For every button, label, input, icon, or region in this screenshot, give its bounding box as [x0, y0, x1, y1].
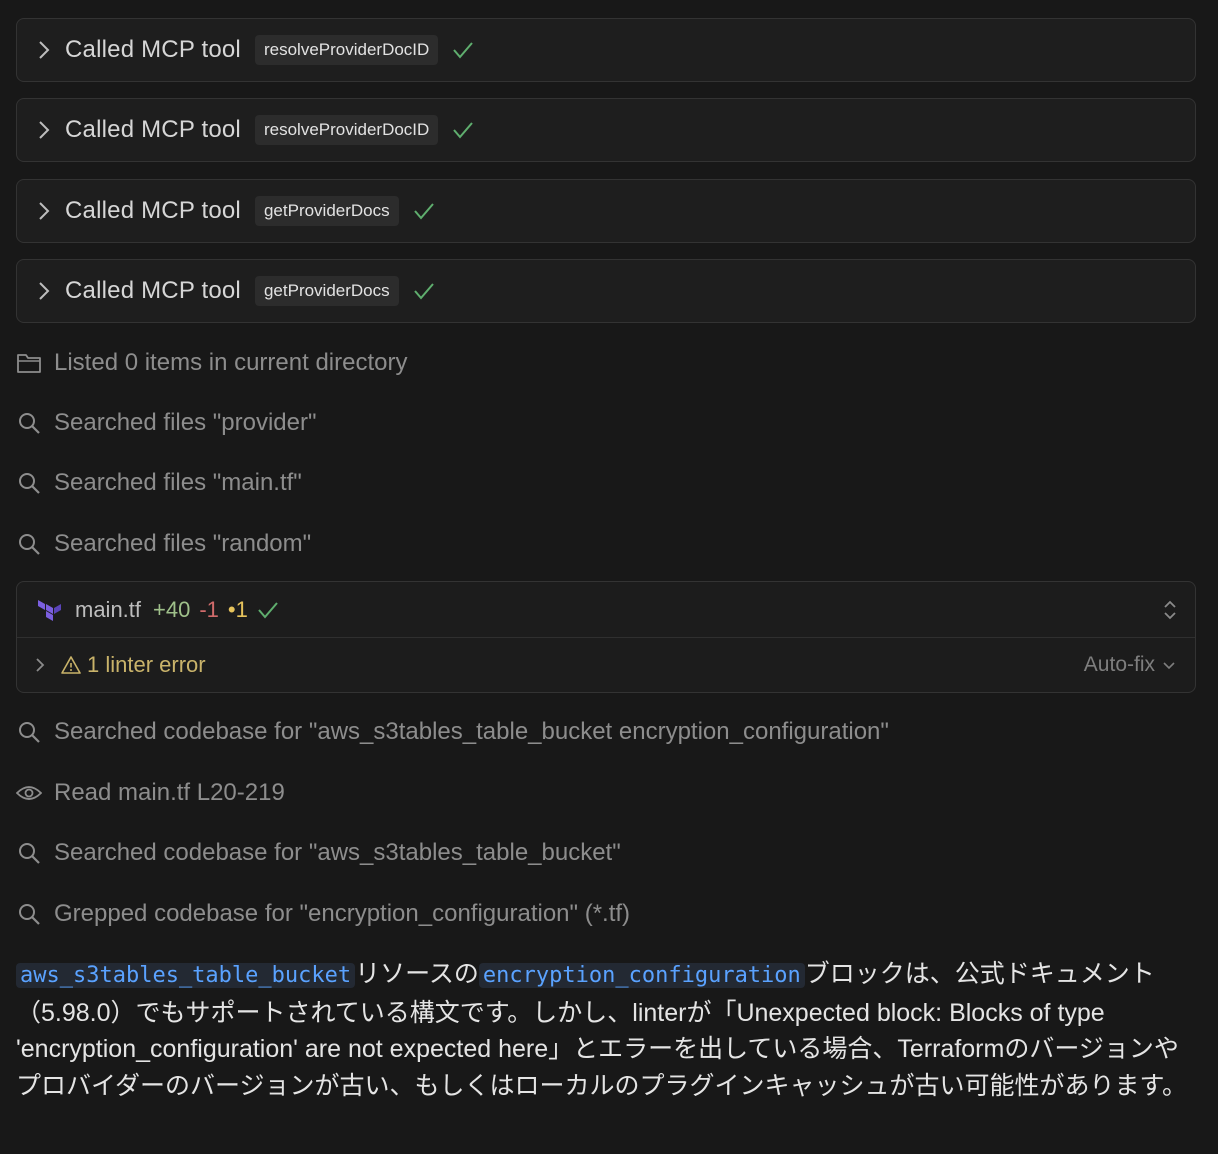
- linter-error-text: 1 linter error: [87, 652, 206, 677]
- chevron-right-icon: [37, 40, 51, 60]
- linter-error-row[interactable]: 1 linter error Auto-fix: [17, 638, 1195, 692]
- tool-call-card[interactable]: Called MCP tool resolveProviderDocID: [16, 98, 1196, 162]
- tool-call-label: Called MCP tool: [65, 197, 241, 224]
- tool-call-label: Called MCP tool: [65, 36, 241, 63]
- activity-item[interactable]: Searched files "provider": [16, 405, 317, 441]
- activity-text: Read main.tf L20-219: [54, 779, 285, 806]
- activity-text: Searched files "random": [54, 530, 312, 557]
- check-icon: [452, 119, 474, 141]
- activity-item[interactable]: Searched codebase for "aws_s3tables_tabl…: [16, 714, 889, 750]
- assistant-message: aws_s3tables_table_bucket リソースの encryption…: [16, 956, 1202, 1104]
- check-icon: [413, 280, 435, 302]
- tool-name-chip: resolveProviderDocID: [254, 115, 439, 145]
- activity-item[interactable]: Read main.tf L20-219: [16, 775, 285, 811]
- tool-name-chip: getProviderDocs: [254, 276, 399, 306]
- inline-code: aws_s3tables_table_bucket: [16, 963, 356, 988]
- chevron-right-icon: [37, 201, 51, 221]
- activity-text: Listed 0 items in current directory: [54, 349, 408, 376]
- activity-text: Grepped codebase for "encryption_configu…: [54, 900, 631, 927]
- chevron-right-icon: [35, 657, 47, 673]
- activity-text: Searched files "main.tf": [54, 469, 302, 496]
- message-text: リソースの: [355, 960, 479, 988]
- chevron-right-icon: [37, 281, 51, 301]
- file-name[interactable]: main.tf: [75, 597, 141, 623]
- file-change-header[interactable]: main.tf +40 -1 •1: [17, 582, 1195, 638]
- tool-call-label: Called MCP tool: [65, 277, 241, 304]
- search-icon: [16, 470, 42, 496]
- chat-panel: Called MCP tool resolveProviderDocID Cal…: [0, 0, 1218, 1154]
- file-change-card: main.tf +40 -1 •1 1 linter error Auto-fi…: [16, 581, 1196, 693]
- warning-icon: [61, 655, 81, 675]
- search-icon: [16, 901, 42, 927]
- auto-fix-button[interactable]: Auto-fix: [1084, 653, 1155, 677]
- tool-call-card[interactable]: Called MCP tool resolveProviderDocID: [16, 18, 1196, 82]
- activity-item[interactable]: Grepped codebase for "encryption_configu…: [16, 896, 630, 932]
- chevron-down-icon[interactable]: [1163, 660, 1175, 670]
- folder-icon: [16, 350, 42, 376]
- check-icon: [452, 39, 474, 61]
- expand-collapse-icon[interactable]: [1163, 599, 1177, 621]
- check-icon: [413, 200, 435, 222]
- activity-item[interactable]: Searched files "main.tf": [16, 465, 302, 501]
- tool-call-card[interactable]: Called MCP tool getProviderDocs: [16, 179, 1196, 243]
- inline-code: encryption_configuration: [478, 963, 805, 988]
- activity-text: Searched codebase for "aws_s3tables_tabl…: [54, 839, 621, 866]
- tool-name-chip: getProviderDocs: [254, 196, 399, 226]
- tool-call-label: Called MCP tool: [65, 116, 241, 143]
- activity-item[interactable]: Searched codebase for "aws_s3tables_tabl…: [16, 835, 621, 871]
- lines-modified: •1: [227, 596, 248, 622]
- activity-text: Searched files "provider": [54, 409, 317, 436]
- lines-added: +40: [153, 596, 191, 622]
- chevron-right-icon: [37, 120, 51, 140]
- search-icon: [16, 719, 42, 745]
- search-icon: [16, 531, 42, 557]
- eye-icon: [16, 780, 42, 806]
- tool-name-chip: resolveProviderDocID: [254, 35, 439, 65]
- lines-removed: -1: [199, 596, 219, 622]
- check-icon: [257, 599, 279, 621]
- tool-call-card[interactable]: Called MCP tool getProviderDocs: [16, 259, 1196, 323]
- search-icon: [16, 410, 42, 436]
- activity-text: Searched codebase for "aws_s3tables_tabl…: [54, 718, 889, 745]
- activity-item[interactable]: Listed 0 items in current directory: [16, 345, 407, 381]
- search-icon: [16, 840, 42, 866]
- terraform-icon: [37, 598, 63, 622]
- activity-item[interactable]: Searched files "random": [16, 526, 311, 562]
